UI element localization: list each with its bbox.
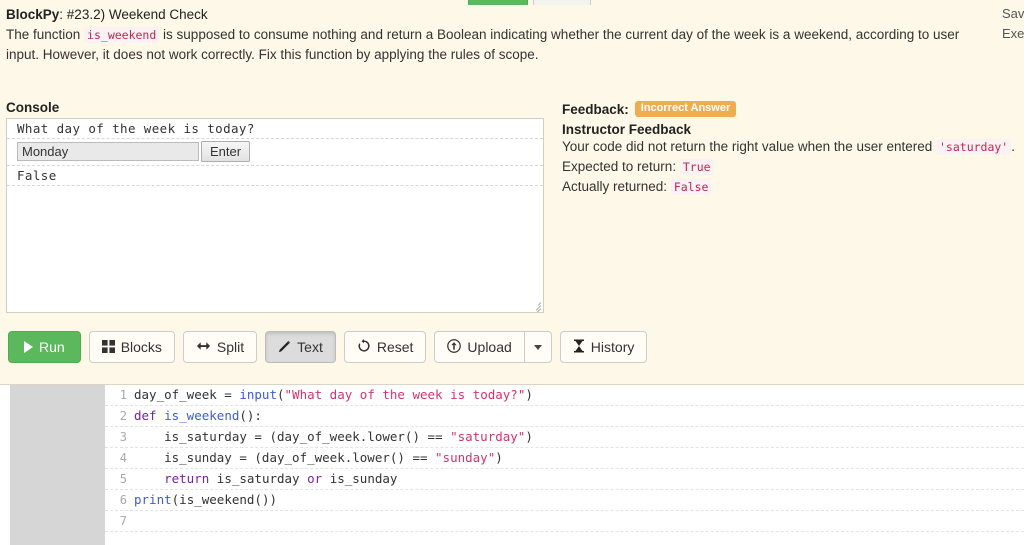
code-text-area[interactable]: 1 day_of_week = input("What day of the we… [105, 385, 1024, 545]
problem-id: #23.2) Weekend Check [66, 7, 208, 22]
play-icon [24, 341, 33, 353]
upload-dropdown-toggle[interactable] [524, 331, 552, 363]
inline-code-is-weekend: is_weekend [84, 27, 160, 43]
console-label: Console [6, 100, 60, 115]
reset-label: Reset [376, 339, 414, 355]
code-line-text: day_of_week = input("What day of the wee… [134, 387, 533, 402]
upload-button[interactable]: Upload [434, 331, 525, 363]
editor-toolbar: Run Blocks Split Text Reset Upload Histo… [8, 331, 648, 363]
history-button[interactable]: History [559, 331, 648, 363]
actual-label: Actually returned: [562, 179, 668, 194]
blocks-palette-pane[interactable] [10, 385, 105, 545]
inline-code-saturday: 'saturday' [936, 139, 1012, 155]
pencil-icon [278, 340, 291, 355]
text-label: Text [297, 339, 323, 355]
code-line[interactable]: 5 return is_saturday or is_sunday [105, 469, 1024, 490]
code-line-text: def is_weekend(): [134, 408, 262, 423]
line-number: 7 [119, 514, 127, 528]
code-line[interactable]: 3 is_saturday = (day_of_week.lower() == … [105, 427, 1024, 448]
status-badge: Incorrect Answer [634, 101, 737, 117]
enter-button[interactable]: Enter [201, 141, 251, 162]
feedback-label: Feedback: [562, 101, 629, 117]
code-line[interactable]: 1 day_of_week = input("What day of the we… [105, 385, 1024, 406]
problem-description: The function is_weekend is supposed to c… [6, 25, 996, 64]
line-number: 6 [119, 493, 127, 507]
save-link[interactable]: Save [1002, 4, 1024, 24]
expected-label: Expected to return: [562, 159, 677, 174]
line-number: 2 [119, 409, 127, 423]
text-button[interactable]: Text [265, 331, 336, 363]
feedback-panel: Feedback: Incorrect Answer Instructor Fe… [562, 100, 1024, 197]
expected-value: True [679, 159, 714, 175]
feedback-message-post: . [1011, 139, 1016, 154]
grid-icon [101, 339, 115, 355]
feedback-message-pre: Your code did not return the right value… [562, 139, 936, 154]
blocks-label: Blocks [120, 339, 162, 355]
resize-handle[interactable] [530, 299, 542, 312]
code-editor[interactable]: 1 day_of_week = input("What day of the we… [0, 384, 1024, 545]
reset-button[interactable]: Reset [343, 331, 427, 363]
split-button[interactable]: Split [182, 331, 258, 363]
desc-text-before: The function [6, 27, 85, 42]
chevron-down-icon [533, 344, 542, 350]
upload-button-group: Upload [434, 331, 552, 363]
arrows-horizontal-icon [196, 340, 211, 354]
run-label: Run [39, 339, 65, 355]
console-output-box[interactable]: What day of the week is today? Enter Fal… [6, 118, 544, 313]
feedback-message: Your code did not return the right value… [562, 137, 1024, 157]
actual-value: False [670, 179, 712, 195]
console-panel: Console What day of the week is today? E… [6, 100, 544, 313]
hourglass-icon [573, 339, 585, 355]
console-input-row: Enter [7, 139, 543, 166]
clipped-right-menu: Save Exercise [1002, 4, 1024, 44]
actual-return-row: Actually returned: False [562, 177, 1024, 197]
upload-label: Upload [467, 339, 512, 355]
upload-circle-icon [447, 339, 462, 355]
code-line[interactable]: 6 print(is_weekend()) [105, 490, 1024, 511]
exercise-link[interactable]: Exercise [1002, 24, 1024, 44]
code-line-text: print(is_weekend()) [134, 492, 277, 507]
run-button[interactable]: Run [8, 331, 81, 363]
line-number: 3 [119, 430, 127, 444]
title-separator: : [59, 7, 67, 22]
console-prompt-line: What day of the week is today? [7, 119, 543, 139]
blocks-button[interactable]: Blocks [88, 331, 175, 363]
page-title: BlockPy: #23.2) Weekend Check [6, 5, 1006, 24]
history-label: History [590, 339, 635, 355]
line-number: 1 [119, 388, 127, 402]
line-number: 5 [119, 472, 127, 486]
code-line-text: return is_saturday or is_sunday [164, 471, 398, 486]
app-name: BlockPy [6, 7, 60, 22]
blockpy-app: BlockPy: #23.2) Weekend Check The functi… [0, 0, 1024, 545]
expected-return-row: Expected to return: True [562, 157, 1024, 177]
code-line-text: is_sunday = (day_of_week.lower() == "sun… [134, 450, 503, 465]
code-line[interactable]: 4 is_sunday = (day_of_week.lower() == "s… [105, 448, 1024, 469]
code-line[interactable]: 2 def is_weekend(): [105, 406, 1024, 427]
console-input[interactable] [17, 142, 199, 161]
console-output-line: False [7, 166, 543, 186]
refresh-icon [357, 339, 371, 355]
code-line[interactable]: 7 [105, 511, 1024, 532]
line-number: 4 [119, 451, 127, 465]
feedback-header: Feedback: Incorrect Answer [562, 100, 1024, 118]
split-label: Split [216, 339, 245, 355]
code-line-text: is_saturday = (day_of_week.lower() == "s… [134, 429, 533, 444]
instructor-feedback-title: Instructor Feedback [562, 122, 692, 137]
problem-header: BlockPy: #23.2) Weekend Check The functi… [6, 5, 1006, 64]
